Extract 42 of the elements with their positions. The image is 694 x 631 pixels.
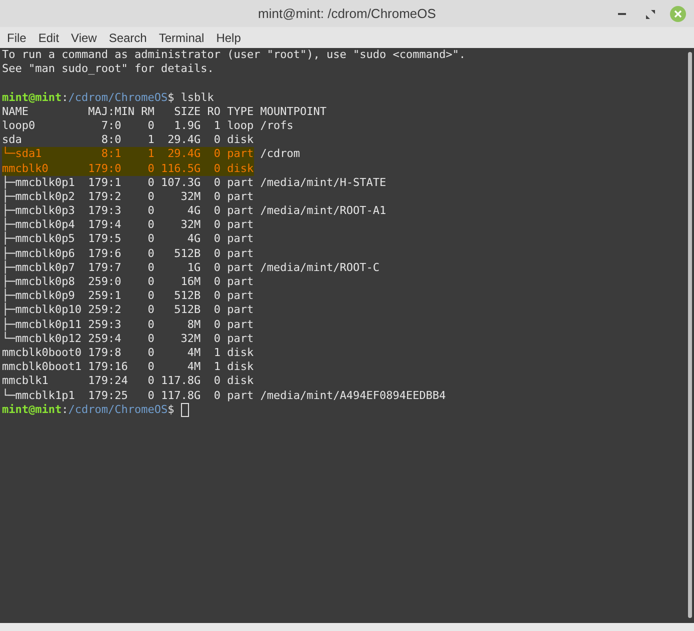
terminal-line: sda 8:0 1 29.4G 0 disk — [2, 133, 254, 146]
terminal-line: /cdrom — [260, 147, 300, 162]
terminal-line: ├─mmcblk0p3 179:3 0 4G 0 part /media/mint/ROOT-A1 — [2, 204, 386, 218]
terminal-line: To run a command as administrator (user "root"), use "sudo <command>". — [2, 48, 466, 62]
prompt-symbol: $ — [168, 402, 174, 417]
terminal-line: ├─mmcblk0p4 179:4 0 32M 0 part — [2, 218, 254, 232]
terminal-line: └─mmcblk0p12 259:4 0 32M 0 part — [2, 332, 254, 346]
window-title: mint@mint: /cdrom/ChromeOS — [258, 4, 436, 23]
prompt-symbol: $ — [168, 90, 174, 105]
terminal-line: └─mmcblk1p1 179:25 0 117.8G 0 part /media/mint/A494EF0894EEDBB4 — [2, 388, 446, 403]
minimize-icon — [618, 13, 626, 15]
terminal-line: ├─mmcblk0p9 259:1 0 512B 0 part — [2, 289, 254, 302]
prompt-path: /cdrom/ChromeOS — [68, 90, 168, 105]
prompt-path: /cdrom/ChromeOS — [68, 402, 168, 417]
terminal-line: ├─mmcblk0p5 179:5 0 4G 0 part — [2, 232, 254, 246]
menu-item[interactable]: Help — [211, 28, 246, 46]
menu-item[interactable]: Search — [104, 28, 152, 46]
restore-arrows-icon — [646, 10, 654, 18]
menu-item[interactable]: File — [2, 28, 32, 46]
prompt-separator: : — [62, 90, 68, 105]
terminal-line: ├─mmcblk0p1 179:1 0 107.3G 0 part /media/mint/H-STATE — [2, 176, 386, 190]
terminal-line: mmcblk0boot1 179:16 0 4M 1 disk — [2, 360, 254, 374]
command-text: lsblk — [180, 90, 214, 105]
terminal-line: ├─mmcblk0p10 259:2 0 512B 0 part — [2, 303, 254, 318]
terminal-line: ├─mmcblk0p7 179:7 0 1G 0 part /media/mint/ROOT-C — [2, 260, 380, 274]
menu-item[interactable]: Edit — [33, 28, 64, 46]
terminal-line: ├─mmcblk0p2 179:2 0 32M 0 part — [2, 190, 254, 204]
terminal-line: mmcblk1 179:24 0 117.8G 0 disk — [2, 374, 254, 388]
prompt-separator: : — [62, 402, 68, 417]
close-icon — [674, 10, 682, 18]
terminal-line: ├─mmcblk0p11 259:3 0 8M 0 part — [2, 318, 254, 332]
terminal-line: ├─mmcblk0p6 179:6 0 512B 0 part — [2, 246, 254, 260]
prompt-user: mint@mint — [2, 90, 62, 105]
terminal-line: mmcblk0boot0 179:8 0 4M 1 disk — [2, 346, 254, 360]
terminal-line: See "man sudo_root" for details. — [2, 62, 214, 76]
terminal-line: ├─mmcblk0p8 259:0 0 16M 0 part — [2, 275, 254, 288]
menu-item[interactable]: Terminal — [154, 28, 210, 46]
terminal-line: NAME MAJ:MIN RM SIZE RO TYPE MOUNTPOINT — [2, 104, 327, 119]
prompt-user: mint@mint — [2, 402, 62, 417]
menu-item[interactable]: View — [66, 28, 102, 46]
scrollbar-thumb[interactable] — [688, 52, 692, 618]
terminal-line: loop0 7:0 0 1.9G 1 loop /rofs — [2, 118, 294, 134]
